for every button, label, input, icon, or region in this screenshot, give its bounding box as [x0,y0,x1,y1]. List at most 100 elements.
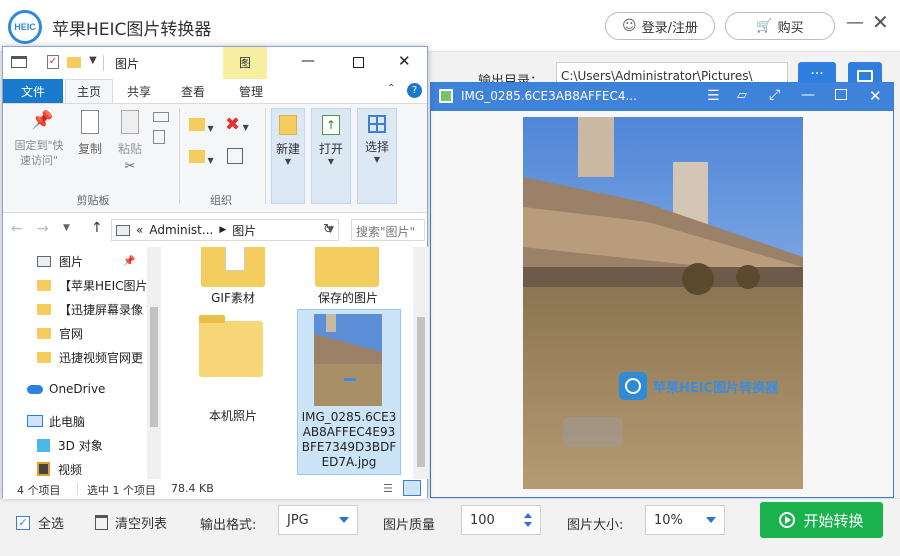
breadcrumb-administrator[interactable]: Administ... [149,223,213,237]
nav-item-folder[interactable]: 【苹果HEIC图片 [37,273,148,297]
close-button[interactable]: ✕ [872,12,892,34]
size-value: 10% [654,512,683,528]
file-explorer-window: ✓ ▼ 图片 图 — ✕ 文件 主页 共享 查看 管理 ⌃ ? 📌 固定到"快速… [2,46,429,499]
explorer-maximize-button[interactable] [353,57,364,68]
copy-to-icon[interactable]: ▼ [189,150,214,166]
address-bar[interactable]: « Administ... ▶ 图片 ▼ [111,219,339,241]
size-select[interactable]: 10% [645,505,725,535]
nav-item-onedrive[interactable]: OneDrive [27,377,105,401]
nav-item-folder[interactable]: 官网 [37,321,83,345]
image-thumbnail [314,314,382,406]
nav-item-3d-objects[interactable]: 3D 对象 [37,433,103,457]
maximize-icon[interactable] [835,89,847,100]
select-all-checkbox[interactable]: ✓ 全选 [16,513,64,532]
folder-camera-icon[interactable] [199,315,263,377]
nav-label: 3D 对象 [58,438,103,453]
nav-label: OneDrive [49,382,106,396]
navigation-pane: 图片 📌 【苹果HEIC图片 【迅捷屏幕录像 官网 迅捷视频官网更 OneDri… [3,247,161,479]
explorer-minimize-button[interactable]: — [301,53,315,69]
nav-item-videos[interactable]: 视频 [37,457,82,481]
watermark-text: 苹果HEIC图片转换器 [653,380,779,396]
qat-chevron-icon[interactable]: ▼ [89,55,97,66]
quick-folder-icon[interactable] [67,57,81,68]
select-button[interactable]: 选择 ▼ [357,108,397,204]
new-label: 新建 [275,142,300,156]
selected-file-item[interactable]: IMG_0285.6CE3 AB8AFFEC4E93 BFE7349D3BDF … [297,309,401,475]
ribbon: 📌 固定到"快速访问" 复制 粘贴 ✂ 剪贴板 ▼ ✖ ▼ ▼ 组织 新建 ▼ [3,103,427,213]
folder-camera-label[interactable]: 本机照片 [193,407,273,424]
forward-arrow-icon[interactable]: → [37,221,49,237]
nav-label: 【迅捷屏幕录像 [59,302,144,317]
select-all-label: 全选 [38,517,65,532]
start-convert-button[interactable]: 开始转换 [760,502,883,538]
move-to-icon[interactable]: ▼ [189,118,214,134]
tab-file[interactable]: 文件 [3,79,63,103]
up-arrow-icon[interactable]: ↑ [91,220,103,236]
search-input[interactable]: 搜索"图片" [351,219,425,241]
breadcrumb-pictures[interactable]: 图片 [232,222,256,239]
viewer-title: IMG_0285.6CE3AB8AFFEC4... [461,89,637,103]
folder-icon [857,70,873,82]
open-button[interactable]: ↑ 打开 ▼ [311,108,351,204]
large-icons-view-icon[interactable] [403,480,421,496]
pin-icon: 📌 [123,255,136,267]
stepper-arrows-icon[interactable] [524,513,532,527]
minimize-icon[interactable]: — [801,87,815,103]
format-label: 输出格式: [200,518,257,533]
folder-gif-icon[interactable] [201,247,265,287]
properties-check-icon[interactable]: ✓ [47,55,59,69]
format-select[interactable]: JPG [278,505,358,535]
recent-chevron-icon[interactable]: ▼ [63,223,70,233]
explorer-title-bar[interactable]: ✓ ▼ 图片 图 — ✕ [3,47,427,79]
menu-icon[interactable]: ☰ [707,88,720,104]
watermark: 苹果HEIC图片转换器 [619,372,778,400]
explorer-close-button[interactable]: ✕ [398,52,411,70]
folder-saved-icon[interactable] [315,247,379,287]
paste-label: 粘贴 [117,142,142,156]
nav-item-pictures[interactable]: 图片 📌 [37,249,135,273]
refresh-icon[interactable]: ↻ [323,222,334,237]
fullscreen-icon[interactable]: ⤢ [769,87,780,103]
tab-view[interactable]: 查看 [169,79,217,103]
play-icon [779,512,796,528]
nav-item-this-pc[interactable]: 此电脑 [27,409,85,433]
folder-icon [37,279,51,291]
quality-stepper[interactable]: 100 [461,505,541,535]
buy-button[interactable]: 🛒 购买 [725,12,835,40]
close-icon[interactable]: ✕ [869,87,882,105]
folder-icon [37,303,51,315]
clear-list-button[interactable]: 清空列表 [95,513,167,532]
tab-home[interactable]: 主页 [65,79,113,103]
copy-path-icons[interactable] [153,112,169,152]
nav-label: 图片 [59,254,84,269]
ribbon-collapse-icon[interactable]: ⌃ [387,83,395,94]
scissors-icon[interactable]: ✂ [113,159,147,174]
nav-scrollbar[interactable] [147,247,161,479]
delete-icon[interactable]: ✖ ▼ [225,114,249,135]
rename-icon[interactable] [227,148,243,164]
content-scrollbar[interactable] [413,247,429,479]
tab-manage[interactable]: 管理 [227,79,275,103]
copy-button[interactable]: 复制 [73,110,107,157]
folder-gif-label[interactable]: GIF素材 [193,289,273,306]
new-button[interactable]: 新建 ▼ [271,108,305,204]
app-title: 苹果HEIC图片转换器 [52,20,212,40]
viewer-title-bar[interactable]: IMG_0285.6CE3AB8AFFEC4... ☰ ▱ ⤢ — ✕ [431,83,893,111]
ribbon-tabs: 文件 主页 共享 查看 管理 ⌃ ? [3,79,427,103]
selected-size: 78.4 KB [171,482,214,495]
watermark-logo-icon [619,372,647,400]
pin-quick-access-button[interactable]: 📌 固定到"快速访问" [9,110,69,168]
tab-share[interactable]: 共享 [115,79,163,103]
folder-saved-label[interactable]: 保存的图片 [303,289,393,306]
open-icon: ↑ [322,115,340,135]
login-button[interactable]: ☺ 登录/注册 [605,12,715,40]
skin-icon[interactable]: ▱ [737,88,747,103]
start-convert-label: 开始转换 [803,511,864,530]
help-icon[interactable]: ? [407,83,422,98]
minimize-button[interactable]: — [846,14,864,34]
nav-item-folder[interactable]: 【迅捷屏幕录像 [37,297,143,321]
back-arrow-icon[interactable]: ← [11,221,23,237]
paste-button[interactable]: 粘贴 ✂ [113,110,147,174]
nav-item-folder[interactable]: 迅捷视频官网更 [37,345,143,369]
details-view-icon[interactable]: ☰ [383,482,393,495]
